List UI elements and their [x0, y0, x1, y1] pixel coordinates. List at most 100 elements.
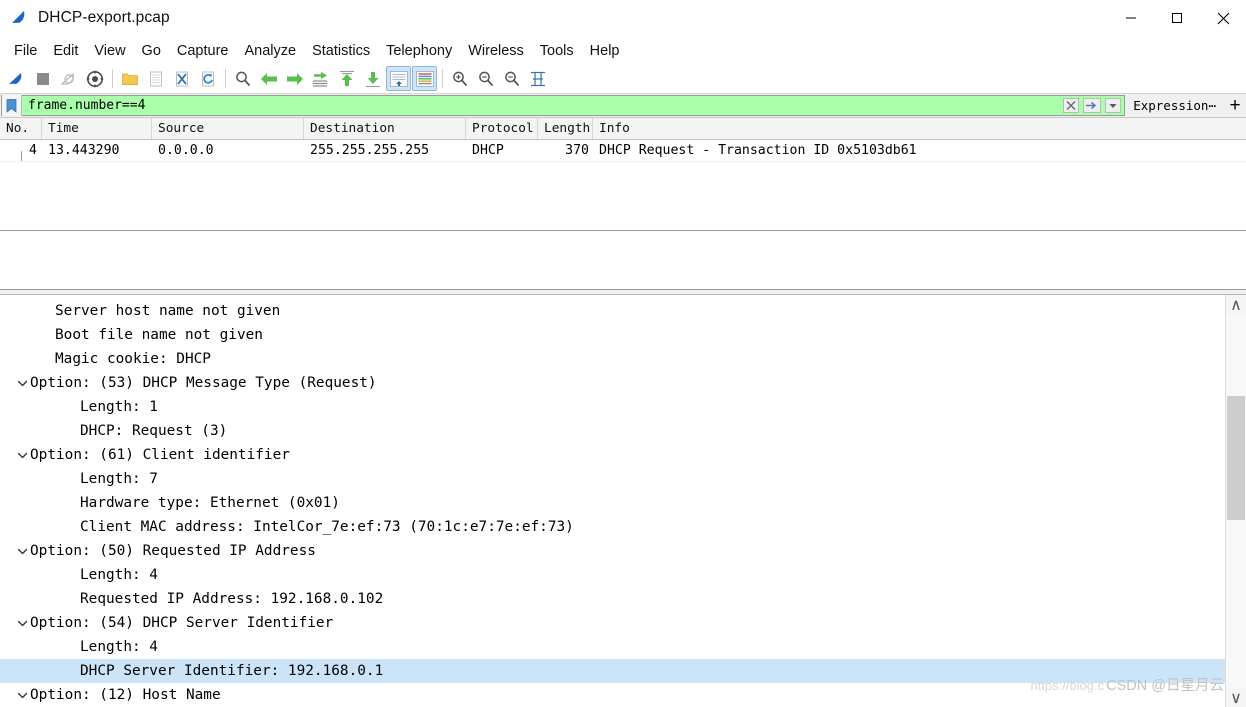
filter-expression-button[interactable]: Expression⋯: [1125, 94, 1224, 117]
save-file-icon[interactable]: [143, 66, 168, 91]
menu-file[interactable]: File: [6, 41, 45, 61]
column-header-protocol[interactable]: Protocol: [466, 118, 538, 139]
packet-no: 4: [29, 143, 37, 158]
detail-tree-row[interactable]: Option: (53) DHCP Message Type (Request): [0, 371, 1225, 395]
packet-list-empty-area: [0, 231, 1246, 290]
go-to-last-packet-icon[interactable]: [360, 66, 385, 91]
toolbar-separator: [225, 69, 226, 88]
packet-list-pane: No. Time Source Destination Protocol Len…: [0, 118, 1246, 231]
title-bar: DHCP-export.pcap: [0, 0, 1246, 37]
detail-tree-row[interactable]: Option: (54) DHCP Server Identifier: [0, 611, 1225, 635]
packet-detail-pane: Server host name not given Boot file name…: [0, 295, 1225, 707]
chevron-down-icon[interactable]: [1103, 96, 1123, 115]
capture-options-icon[interactable]: [82, 66, 107, 91]
detail-tree-row-label: Length: 1: [80, 399, 158, 415]
chevron-down-icon[interactable]: [14, 618, 30, 629]
chevron-down-icon[interactable]: [14, 378, 30, 389]
detail-tree-row-label: Option: (12) Host Name: [30, 687, 221, 703]
detail-tree-row[interactable]: Option: (12) Host Name: [0, 683, 1225, 707]
menu-capture[interactable]: Capture: [169, 41, 237, 61]
detail-tree-row-label: Client MAC address: IntelCor_7e:ef:73 (7…: [80, 519, 574, 535]
detail-tree-row-label: Requested IP Address: 192.168.0.102: [80, 591, 384, 607]
detail-tree-row[interactable]: Option: (61) Client identifier: [0, 443, 1225, 467]
zoom-in-icon[interactable]: [447, 66, 472, 91]
menu-edit[interactable]: Edit: [45, 41, 86, 61]
colorize-packets-icon[interactable]: [412, 66, 437, 91]
menu-tools[interactable]: Tools: [532, 41, 582, 61]
wireshark-fin-icon: [10, 8, 30, 28]
scroll-thumb[interactable]: [1227, 396, 1245, 520]
menu-help[interactable]: Help: [582, 41, 628, 61]
detail-tree-row-label: Boot file name not given: [55, 327, 263, 343]
packet-list-header: No. Time Source Destination Protocol Len…: [0, 118, 1246, 140]
display-filter-input[interactable]: [22, 95, 1062, 116]
column-header-destination[interactable]: Destination: [304, 118, 466, 139]
zoom-reset-icon[interactable]: [499, 66, 524, 91]
auto-scroll-icon[interactable]: [386, 66, 411, 91]
scroll-track[interactable]: [1226, 314, 1246, 688]
start-capture-icon[interactable]: [4, 66, 29, 91]
go-forward-icon[interactable]: [282, 66, 307, 91]
close-button[interactable]: [1200, 0, 1246, 36]
scroll-down-arrow[interactable]: ∨: [1226, 688, 1246, 707]
column-header-info[interactable]: Info: [593, 118, 1243, 139]
bookmark-icon[interactable]: [2, 95, 22, 116]
detail-tree-row[interactable]: DHCP Server Identifier: 192.168.0.1: [0, 659, 1225, 683]
table-row[interactable]: 4 13.443290 0.0.0.0 255.255.255.255 DHCP…: [0, 140, 1246, 162]
restart-capture-icon[interactable]: [56, 66, 81, 91]
detail-tree-row-label: Length: 4: [80, 567, 158, 583]
detail-tree-row[interactable]: Length: 7: [0, 467, 1225, 491]
menu-statistics[interactable]: Statistics: [304, 41, 378, 61]
menu-wireless[interactable]: Wireless: [460, 41, 532, 61]
minimize-button[interactable]: [1108, 0, 1154, 36]
column-header-time[interactable]: Time: [42, 118, 152, 139]
detail-tree-row-label: Length: 4: [80, 639, 158, 655]
maximize-button[interactable]: [1154, 0, 1200, 36]
column-header-length[interactable]: Length: [538, 118, 593, 139]
display-filter-bar: Expression⋯ +: [0, 94, 1246, 118]
detail-tree-row[interactable]: Length: 4: [0, 635, 1225, 659]
close-file-icon[interactable]: [169, 66, 194, 91]
chevron-down-icon[interactable]: [14, 690, 30, 701]
menu-analyze[interactable]: Analyze: [236, 41, 304, 61]
detail-tree-row[interactable]: Server host name not given: [0, 299, 1225, 323]
detail-tree-row-label: Magic cookie: DHCP: [55, 351, 211, 367]
detail-vertical-scrollbar[interactable]: ∧ ∨: [1225, 295, 1246, 707]
menu-telephony[interactable]: Telephony: [378, 41, 460, 61]
go-to-first-packet-icon[interactable]: [334, 66, 359, 91]
zoom-out-icon[interactable]: [473, 66, 498, 91]
detail-tree-row[interactable]: DHCP: Request (3): [0, 419, 1225, 443]
detail-tree-row[interactable]: Length: 4: [0, 563, 1225, 587]
open-file-icon[interactable]: [117, 66, 142, 91]
chevron-down-icon[interactable]: [14, 450, 30, 461]
detail-tree-row[interactable]: Requested IP Address: 192.168.0.102: [0, 587, 1225, 611]
clear-filter-icon[interactable]: [1061, 96, 1081, 115]
column-header-no[interactable]: No.: [0, 118, 42, 139]
detail-tree-row[interactable]: Length: 1: [0, 395, 1225, 419]
column-header-source[interactable]: Source: [152, 118, 304, 139]
main-toolbar: [0, 64, 1246, 94]
stop-capture-icon[interactable]: [30, 66, 55, 91]
detail-tree-row[interactable]: Boot file name not given: [0, 323, 1225, 347]
detail-tree-row[interactable]: Hardware type: Ethernet (0x01): [0, 491, 1225, 515]
detail-tree-row[interactable]: Option: (50) Requested IP Address: [0, 539, 1225, 563]
resize-columns-icon[interactable]: [525, 66, 550, 91]
detail-tree-row-label: Option: (54) DHCP Server Identifier: [30, 615, 334, 631]
detail-tree-row-label: Option: (50) Requested IP Address: [30, 543, 316, 559]
detail-tree-row-label: Option: (61) Client identifier: [30, 447, 290, 463]
reload-file-icon[interactable]: [195, 66, 220, 91]
go-to-packet-icon[interactable]: [308, 66, 333, 91]
chevron-down-icon[interactable]: [14, 546, 30, 557]
scroll-up-arrow[interactable]: ∧: [1226, 295, 1246, 314]
menu-go[interactable]: Go: [134, 41, 169, 61]
detail-tree-row-label: DHCP Server Identifier: 192.168.0.1: [80, 663, 384, 679]
add-filter-button[interactable]: +: [1224, 94, 1246, 117]
apply-filter-icon[interactable]: [1082, 96, 1102, 115]
detail-tree-row[interactable]: Client MAC address: IntelCor_7e:ef:73 (7…: [0, 515, 1225, 539]
detail-tree-row-label: Server host name not given: [55, 303, 281, 319]
filter-input-container[interactable]: [1, 95, 1126, 116]
detail-tree-row[interactable]: Magic cookie: DHCP: [0, 347, 1225, 371]
menu-view[interactable]: View: [86, 41, 133, 61]
find-packet-icon[interactable]: [230, 66, 255, 91]
go-back-icon[interactable]: [256, 66, 281, 91]
